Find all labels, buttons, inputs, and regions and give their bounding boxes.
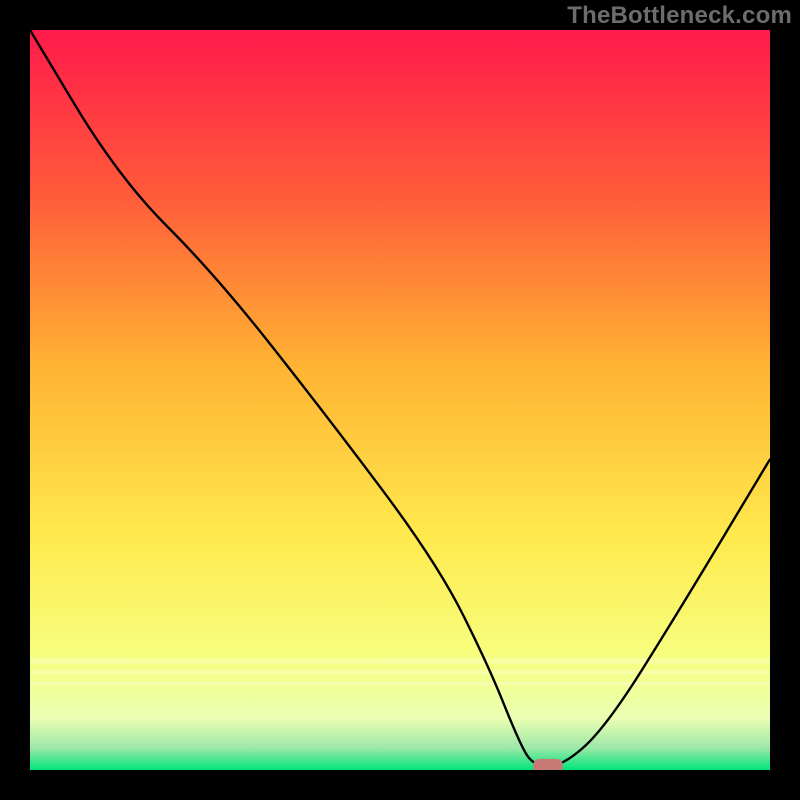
watermark-text: TheBottleneck.com [567,2,792,30]
bottleneck-plot [30,30,770,770]
optimal-marker [533,759,563,770]
chart-frame: TheBottleneck.com [0,0,800,800]
